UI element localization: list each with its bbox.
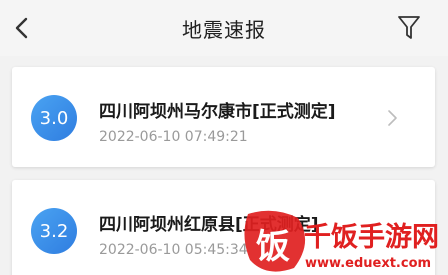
filter-icon [398, 16, 420, 39]
filter-button[interactable] [392, 12, 426, 44]
quake-time: 2022-06-10 05:45:34 [99, 242, 248, 258]
quake-location: 四川阿坝州红原县[正式测定] [99, 215, 319, 235]
magnitude-badge: 3.2 [31, 208, 77, 254]
page-title: 地震速报 [182, 18, 266, 42]
top-bar: 地震速报 [0, 0, 448, 56]
quake-list-item[interactable]: 3.2 四川阿坝州红原县[正式测定] 2022-06-10 05:45:34 [12, 180, 435, 275]
magnitude-badge: 3.0 [31, 95, 77, 141]
chevron-right-icon [388, 110, 397, 126]
quake-list-item[interactable]: 3.0 四川阿坝州马尔康市[正式测定] 2022-06-10 07:49:21 [12, 67, 435, 167]
quake-location: 四川阿坝州马尔康市[正式测定] [99, 102, 336, 122]
quake-time: 2022-06-10 07:49:21 [99, 129, 248, 145]
